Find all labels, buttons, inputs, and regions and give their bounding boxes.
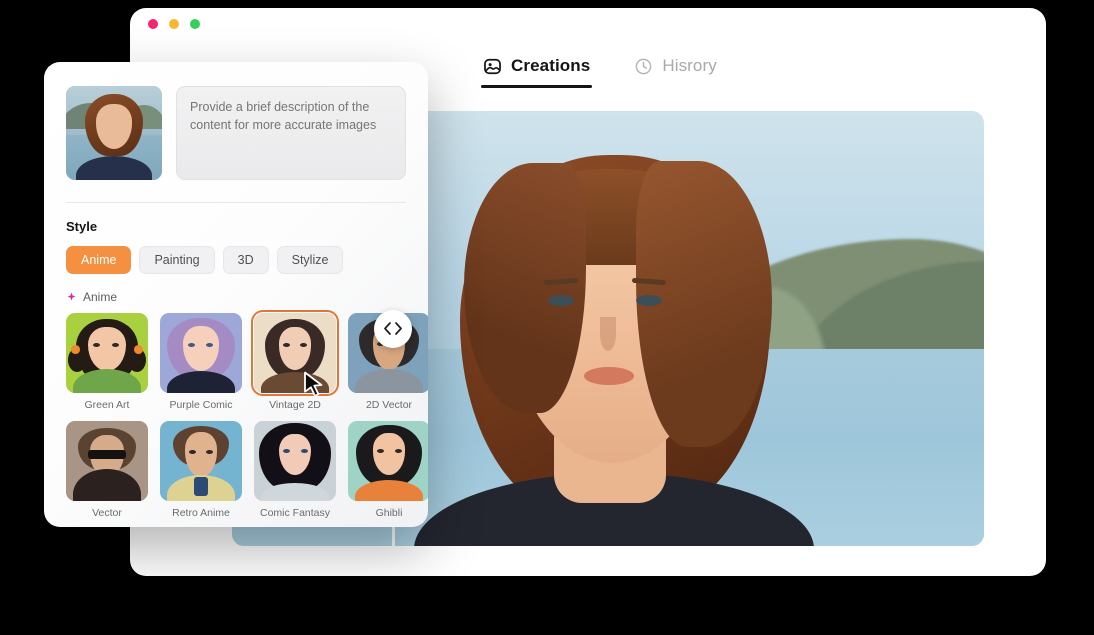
- chevron-right-icon: [395, 322, 402, 335]
- source-image-thumbnail[interactable]: [66, 86, 162, 180]
- style-card-ghibli[interactable]: Ghibli: [348, 421, 428, 519]
- image-icon: [484, 58, 501, 74]
- chip-anime[interactable]: Anime: [66, 246, 132, 274]
- chip-painting-label: Painting: [154, 253, 200, 267]
- chevron-left-icon: [384, 322, 391, 335]
- title-bar: [130, 8, 1046, 38]
- style-card-vintage-2d[interactable]: Vintage 2D: [251, 310, 339, 411]
- style-panel: Style Anime Painting 3D Stylize Anime: [44, 62, 428, 527]
- chip-3d[interactable]: 3D: [222, 246, 269, 274]
- screen: Creations Hisrory Provide a brief descri…: [0, 0, 1094, 635]
- style-heading: Style: [66, 219, 98, 234]
- prompt-input[interactable]: [176, 86, 406, 180]
- style-card-retro-anime[interactable]: Retro Anime: [160, 421, 242, 519]
- maximize-button[interactable]: [190, 19, 200, 29]
- chip-3d-label: 3D: [237, 253, 254, 267]
- style-card-vector[interactable]: Vector: [66, 421, 148, 519]
- subsection-header: Anime: [66, 290, 406, 304]
- style-category-chips: Anime Painting 3D Stylize: [66, 246, 406, 274]
- style-card-purple-comic[interactable]: Purple Comic: [160, 313, 242, 411]
- tab-history-label: Hisrory: [662, 56, 717, 75]
- chip-stylize[interactable]: Stylize: [276, 246, 344, 274]
- style-card-green-art[interactable]: Green Art: [66, 313, 148, 411]
- preview-generated-half: [392, 111, 984, 546]
- style-grid: Green Art Purple Comic Vintage 2D 2D Vec…: [66, 310, 428, 519]
- subsection-label: Anime: [83, 290, 118, 304]
- chip-anime-label: Anime: [81, 253, 117, 267]
- style-card-label: Vector: [92, 507, 122, 519]
- style-card-label: Ghibli: [375, 507, 403, 519]
- tab-creations[interactable]: Creations: [480, 56, 593, 88]
- chip-painting[interactable]: Painting: [139, 246, 215, 274]
- tab-history[interactable]: Hisrory: [634, 56, 717, 88]
- style-card-label: Green Art: [84, 399, 130, 411]
- prompt-row: [66, 86, 406, 180]
- style-card-label: 2D Vector: [365, 399, 413, 411]
- style-card-label: Retro Anime: [172, 507, 230, 519]
- close-button[interactable]: [148, 19, 158, 29]
- style-card-label: Vintage 2D: [269, 399, 321, 411]
- clock-icon: [635, 58, 652, 74]
- tab-creations-label: Creations: [511, 56, 591, 75]
- comparison-slider-handle[interactable]: [374, 309, 412, 348]
- style-card-label: Comic Fantasy: [259, 507, 331, 519]
- minimize-button[interactable]: [169, 19, 179, 29]
- style-card-label: Purple Comic: [169, 399, 233, 411]
- window-controls: [148, 19, 200, 29]
- sparkle-icon: [67, 292, 76, 301]
- chip-stylize-label: Stylize: [291, 253, 329, 267]
- panel-divider: [66, 202, 406, 203]
- style-card-comic-fantasy[interactable]: Comic Fantasy: [254, 421, 336, 519]
